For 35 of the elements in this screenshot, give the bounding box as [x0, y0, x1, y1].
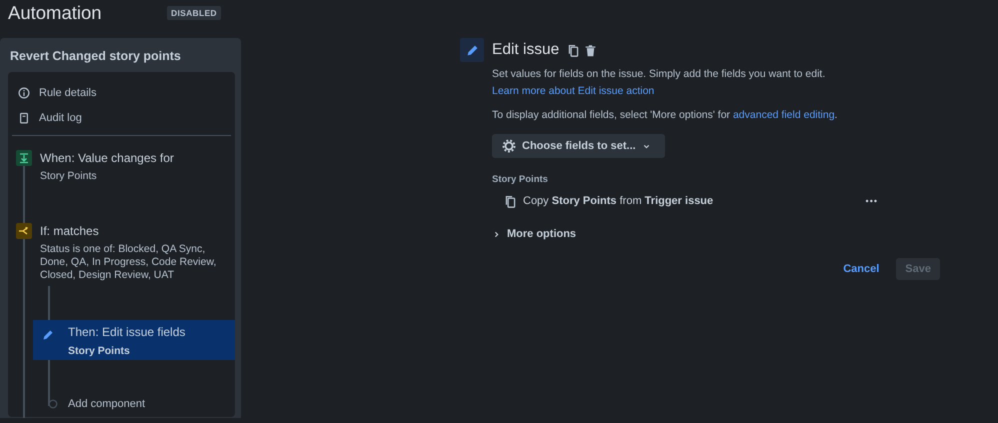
step-title[interactable]: Then: Edit issue fields: [68, 325, 186, 339]
page-title: Automation: [8, 2, 103, 24]
add-component-link[interactable]: Add component: [68, 398, 146, 410]
help-link[interactable]: advanced field editing: [732, 109, 835, 121]
step-detail: Story Points: [68, 345, 131, 358]
clipboard-icon: [18, 112, 30, 124]
step-title[interactable]: When: Value changes for: [40, 151, 174, 165]
rule-name: Revert Changed story points: [10, 49, 181, 63]
panel-title: Edit issue: [492, 41, 560, 59]
copy-icon[interactable]: [567, 44, 580, 56]
pencil-icon: [42, 329, 54, 341]
step-title[interactable]: If: matches: [40, 224, 99, 238]
trash-icon[interactable]: [584, 44, 598, 56]
more-options-toggle[interactable]: More options: [492, 228, 576, 240]
field-value: Copy Story Points from Trigger issue: [523, 195, 714, 207]
selected-step[interactable]: Then: Edit issue fields Story Points: [33, 320, 235, 360]
field-label: Story Points: [492, 174, 548, 185]
description-text: To display additional fields, select 'More options' for advanced field editing.: [492, 108, 838, 123]
chevron-right-icon: [492, 230, 501, 238]
copy-icon: [504, 194, 517, 208]
step-detail: Status is one of: Blocked, QA Sync, Done, QA, In Progress, Code Review, Closed, Design Review, UAT: [40, 243, 218, 282]
trigger-icon: [16, 150, 32, 166]
menu-item[interactable]: Rule details: [39, 86, 96, 98]
choose-fields-button[interactable]: Choose fields to set...: [492, 134, 665, 158]
cancel-button[interactable]: Cancel: [834, 258, 888, 280]
menu-item[interactable]: Audit log: [39, 112, 82, 124]
branch-icon: [16, 223, 32, 239]
status-badge: DISABLED: [167, 6, 221, 20]
more-actions-button[interactable]: •••: [860, 194, 884, 208]
gear-icon: [502, 139, 516, 153]
description-text: Set values for fields on the issue. Simply add the fields you want to edit. Learn more about Edit issue action: [492, 67, 826, 99]
edit-step-icon: [460, 38, 484, 62]
step-detail: Story Points: [40, 170, 98, 183]
info-icon: [18, 86, 30, 98]
help-link[interactable]: Learn more about Edit issue action: [492, 85, 654, 97]
